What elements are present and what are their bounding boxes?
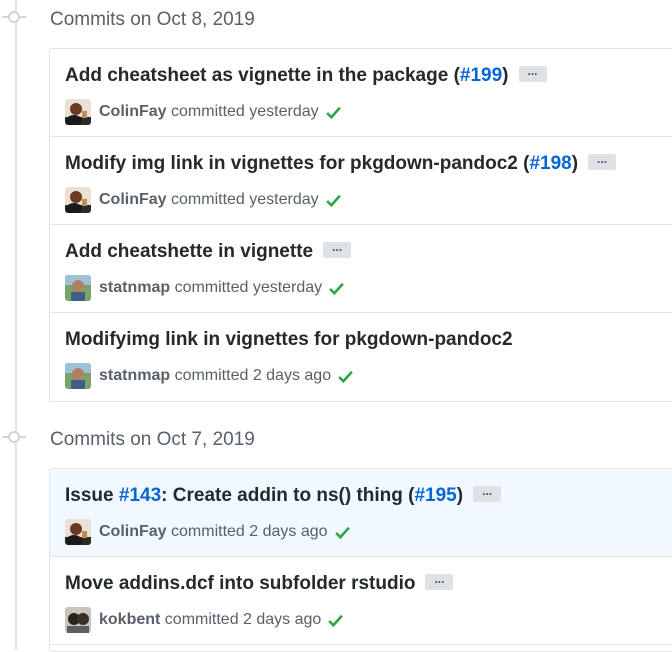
commit-message[interactable]: Move addins.dcf into subfolder rstudio..…: [65, 573, 454, 595]
expand-ellipsis-button[interactable]: ...: [473, 485, 502, 502]
check-icon[interactable]: [325, 192, 342, 209]
commit-row: Add cheatshette in vignette... statnmap …: [50, 225, 672, 313]
author-link[interactable]: ColinFay: [99, 191, 167, 208]
check-icon[interactable]: [334, 524, 351, 541]
author-link[interactable]: kokbent: [99, 611, 160, 628]
commit-node-icon: [8, 11, 20, 23]
commit-meta: statnmap committed 2 days ago: [65, 363, 354, 389]
commit-group: Commits on Oct 7, 2019: [0, 420, 672, 460]
expand-ellipsis-button[interactable]: ...: [425, 573, 454, 590]
commit-meta: ColinFay committed 2 days ago: [65, 519, 351, 545]
commit-row: Add cheatsheet as vignette in the packag…: [50, 49, 672, 137]
author-link[interactable]: statnmap: [99, 279, 170, 296]
pr-link[interactable]: #199: [460, 65, 502, 86]
commit-row: Move addins.dcf into subfolder rstudio..…: [50, 557, 672, 645]
group-header: Commits on Oct 8, 2019: [0, 0, 672, 40]
commit-meta: ColinFay committed yesterday: [65, 99, 342, 125]
commit-time: committed yesterday: [166, 103, 319, 120]
issue-link[interactable]: #143: [119, 485, 161, 506]
expand-ellipsis-button[interactable]: ...: [323, 241, 352, 258]
group-title: Commits on Oct 8, 2019: [50, 9, 255, 30]
pr-link[interactable]: #195: [414, 485, 456, 506]
commit-row: Issue #143: Create addin to ns() thing (…: [50, 469, 672, 557]
author-link[interactable]: ColinFay: [99, 103, 167, 120]
commit-meta: kokbent committed 2 days ago: [65, 607, 344, 633]
timeline-line: [15, 0, 17, 650]
commit-message[interactable]: Issue #143: Create addin to ns() thing (…: [65, 485, 502, 507]
commit-list: Add cheatsheet as vignette in the packag…: [49, 48, 672, 402]
commit-message[interactable]: Add cheatsheet as vignette in the packag…: [65, 65, 547, 87]
avatar[interactable]: [65, 363, 91, 389]
group-header: Commits on Oct 7, 2019: [0, 420, 672, 460]
commit-node-icon: [8, 431, 20, 443]
commit-time: committed yesterday: [166, 191, 319, 208]
author-link[interactable]: statnmap: [99, 367, 170, 384]
check-icon[interactable]: [327, 612, 344, 629]
commit-time: committed 2 days ago: [160, 611, 322, 628]
commit-row: Modify img link in vignettes for pkgdown…: [50, 137, 672, 225]
commit-time: committed 2 days ago: [166, 523, 328, 540]
avatar[interactable]: [65, 607, 91, 633]
commit-message[interactable]: Modify img link in vignettes for pkgdown…: [65, 153, 617, 175]
check-icon[interactable]: [325, 104, 342, 121]
avatar[interactable]: [65, 187, 91, 213]
commit-message[interactable]: Modifyimg link in vignettes for pkgdown-…: [65, 329, 513, 351]
avatar[interactable]: [65, 519, 91, 545]
commit-meta: statnmap committed yesterday: [65, 275, 345, 301]
commit-time: committed 2 days ago: [170, 367, 332, 384]
author-link[interactable]: ColinFay: [99, 523, 167, 540]
commit-list: Issue #143: Create addin to ns() thing (…: [49, 468, 672, 652]
check-icon[interactable]: [337, 368, 354, 385]
commit-time: committed yesterday: [170, 279, 323, 296]
pr-link[interactable]: #198: [529, 153, 571, 174]
commit-row: Modifyimg link in vignettes for pkgdown-…: [50, 313, 672, 401]
expand-ellipsis-button[interactable]: ...: [518, 65, 547, 82]
commit-meta: ColinFay committed yesterday: [65, 187, 342, 213]
avatar[interactable]: [65, 99, 91, 125]
commit-message[interactable]: Add cheatshette in vignette...: [65, 241, 352, 263]
avatar[interactable]: [65, 275, 91, 301]
check-icon[interactable]: [328, 280, 345, 297]
group-title: Commits on Oct 7, 2019: [50, 429, 255, 450]
expand-ellipsis-button[interactable]: ...: [588, 153, 617, 170]
commit-group: Commits on Oct 8, 2019: [0, 0, 672, 40]
